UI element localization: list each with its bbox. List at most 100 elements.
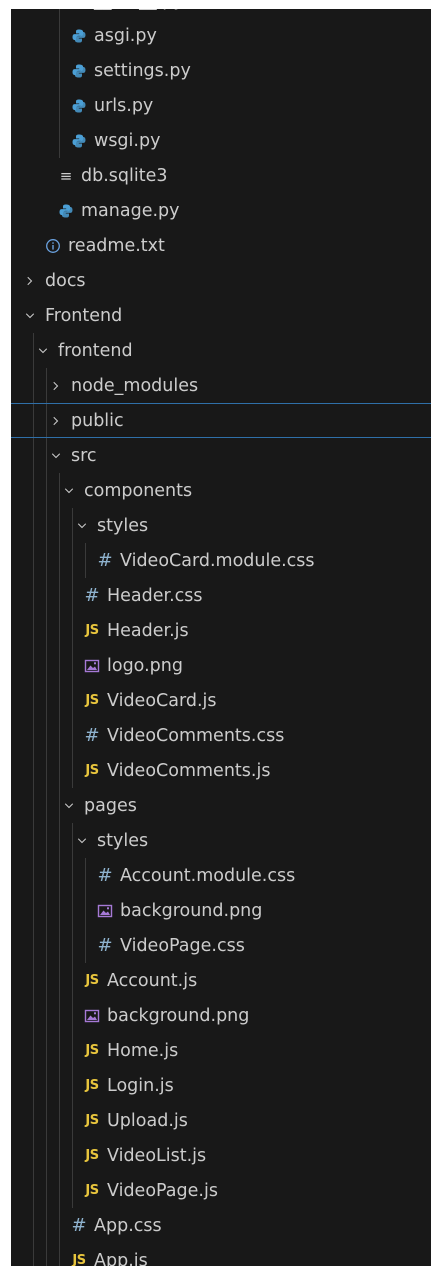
file-row[interactable]: asgi.py	[11, 18, 431, 53]
file-row[interactable]: # Header.css	[11, 578, 431, 613]
tree-item-label: background.png	[107, 1005, 250, 1026]
tree-item-label: VideoCard.js	[107, 690, 217, 711]
python-icon	[70, 62, 88, 80]
js-icon: JS	[85, 1183, 99, 1198]
folder-row[interactable]: docs	[11, 263, 431, 298]
folder-row[interactable]: public	[11, 403, 431, 438]
tree-item-label: manage.py	[81, 200, 180, 221]
tree-item-label: styles	[97, 515, 149, 536]
tree-item-label: frontend	[58, 340, 133, 361]
chevron-right-icon[interactable]	[49, 379, 63, 393]
file-row[interactable]: JS Upload.js	[11, 1103, 431, 1138]
file-row[interactable]: # App.css	[11, 1208, 431, 1243]
tree-item-label: Upload.js	[107, 1110, 188, 1131]
file-row[interactable]: JS VideoComments.js	[11, 753, 431, 788]
tree-item-label: wsgi.py	[94, 130, 161, 151]
file-row[interactable]: background.png	[11, 893, 431, 928]
file-row[interactable]: settings.py	[11, 53, 431, 88]
file-row[interactable]: wsgi.py	[11, 123, 431, 158]
css-hash-icon: #	[97, 550, 113, 571]
tree-item-label: Header.css	[107, 585, 203, 606]
css-hash-icon: #	[71, 1215, 87, 1236]
file-row[interactable]: JS VideoCard.js	[11, 683, 431, 718]
tree-item-label: components	[84, 480, 193, 501]
tree-item-label: Account.module.css	[120, 865, 296, 886]
file-row[interactable]: urls.py	[11, 88, 431, 123]
css-hash-icon: #	[97, 935, 113, 956]
folder-row[interactable]: styles	[11, 508, 431, 543]
python-icon	[70, 27, 88, 45]
js-icon: JS	[85, 763, 99, 778]
python-icon	[70, 9, 88, 10]
chevron-down-icon[interactable]	[75, 834, 89, 848]
css-hash-icon: #	[84, 585, 100, 606]
file-row[interactable]: JS VideoList.js	[11, 1138, 431, 1173]
tree-item-label: VideoPage.css	[120, 935, 245, 956]
folder-row[interactable]: Frontend	[11, 298, 431, 333]
file-row[interactable]: # VideoPage.css	[11, 928, 431, 963]
chevron-down-icon[interactable]	[62, 484, 76, 498]
js-icon: JS	[85, 973, 99, 988]
python-icon	[70, 132, 88, 150]
info-icon	[44, 237, 62, 255]
tree-item-label: VideoCard.module.css	[120, 550, 315, 571]
tree-item-label: src	[71, 445, 97, 466]
tree-item-label: public	[71, 410, 124, 431]
js-icon: JS	[72, 1253, 86, 1266]
tree-item-label: Account.js	[107, 970, 198, 991]
folder-row[interactable]: src	[11, 438, 431, 473]
file-row[interactable]: JS App.js	[11, 1243, 431, 1267]
file-row[interactable]: # Account.module.css	[11, 858, 431, 893]
chevron-down-icon[interactable]	[62, 799, 76, 813]
js-icon: JS	[85, 623, 99, 638]
file-row[interactable]: JS Account.js	[11, 963, 431, 998]
tree-item-label: db.sqlite3	[81, 165, 168, 186]
chevron-right-icon[interactable]	[23, 274, 37, 288]
chevron-down-icon[interactable]	[49, 449, 63, 463]
css-hash-icon: #	[84, 725, 100, 746]
image-icon	[83, 1007, 101, 1025]
folder-row[interactable]: styles	[11, 823, 431, 858]
tree-item-label: docs	[45, 270, 86, 291]
python-icon	[57, 202, 75, 220]
file-row[interactable]: JS Home.js	[11, 1033, 431, 1068]
tree-item-label: asgi.py	[94, 25, 157, 46]
chevron-down-icon[interactable]	[36, 344, 50, 358]
js-icon: JS	[85, 693, 99, 708]
folder-row[interactable]: components	[11, 473, 431, 508]
tree-item-label: background.png	[120, 900, 263, 921]
image-icon	[96, 902, 114, 920]
folder-row[interactable]: pages	[11, 788, 431, 823]
tree-item-label: VideoComments.css	[107, 725, 285, 746]
file-row[interactable]: manage.py	[11, 193, 431, 228]
folder-row[interactable]: frontend	[11, 333, 431, 368]
file-row[interactable]: background.png	[11, 998, 431, 1033]
chevron-right-icon[interactable]	[49, 414, 63, 428]
js-icon: JS	[85, 1113, 99, 1128]
chevron-down-icon[interactable]	[23, 309, 37, 323]
tree-item-label: Login.js	[107, 1075, 174, 1096]
file-row[interactable]: # VideoCard.module.css	[11, 543, 431, 578]
file-row[interactable]: JS Header.js	[11, 613, 431, 648]
file-row[interactable]: logo.png	[11, 648, 431, 683]
tree-item-label: readme.txt	[68, 235, 165, 256]
file-row[interactable]: __init__.py	[11, 9, 431, 18]
js-icon: JS	[85, 1148, 99, 1163]
database-list-icon: ≡	[59, 166, 73, 185]
chevron-down-icon[interactable]	[75, 519, 89, 533]
tree-item-label: Home.js	[107, 1040, 179, 1061]
js-icon: JS	[85, 1043, 99, 1058]
tree-item-label: App.css	[94, 1215, 162, 1236]
image-icon	[83, 657, 101, 675]
tree-item-label: node_modules	[71, 375, 199, 396]
tree-item-label: VideoList.js	[107, 1145, 207, 1166]
file-row[interactable]: JS VideoPage.js	[11, 1173, 431, 1208]
file-row[interactable]: # VideoComments.css	[11, 718, 431, 753]
tree-item-label: urls.py	[94, 95, 154, 116]
file-row[interactable]: readme.txt	[11, 228, 431, 263]
folder-row[interactable]: node_modules	[11, 368, 431, 403]
file-row[interactable]: JS Login.js	[11, 1068, 431, 1103]
file-explorer: __init__.py asgi.py settings.py urls.py wsgi…	[11, 9, 431, 1266]
file-row[interactable]: ≡ db.sqlite3	[11, 158, 431, 193]
tree-item-label: logo.png	[107, 655, 183, 676]
